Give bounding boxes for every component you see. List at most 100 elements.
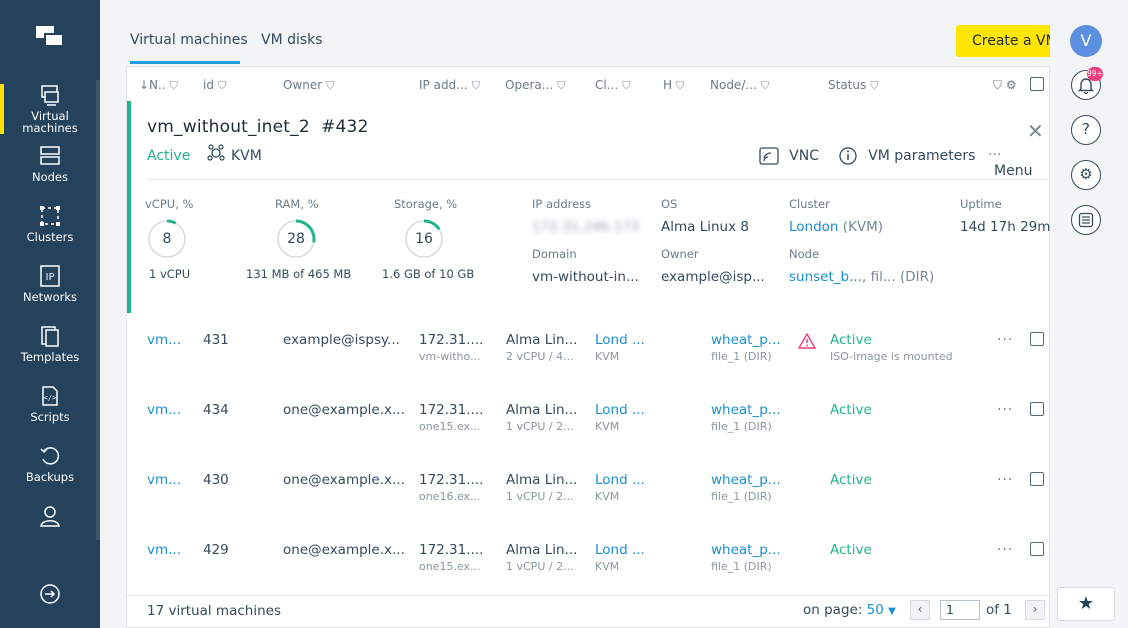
vm-id: 430 <box>203 472 229 488</box>
per-page-value[interactable]: 50 <box>867 602 884 618</box>
row-checkbox[interactable] <box>1030 542 1044 556</box>
vm-cluster-link[interactable]: Lond ... <box>595 472 645 488</box>
row-menu-icon[interactable]: ··· <box>997 472 1013 488</box>
vm-node-link[interactable]: wheat_p... <box>711 332 781 348</box>
menu-button[interactable]: ··· Menu <box>988 147 1049 179</box>
vm-table-panel: ↓N.. ⛉ id ⛉ Owner ⛉ IP add... ⛉ Opera... ⛉ Cl… <box>126 66 1050 628</box>
vm-name-link[interactable]: vm... <box>147 542 181 558</box>
filter-icon[interactable]: ⛉ <box>326 79 334 93</box>
filter-icon[interactable]: ⛉ <box>472 79 480 93</box>
row-menu-icon[interactable]: ··· <box>997 542 1013 558</box>
gear-icon[interactable]: ⚙ <box>1006 78 1017 92</box>
node-link[interactable]: sunset_b... <box>789 269 862 285</box>
help-button[interactable]: ? <box>1071 115 1101 145</box>
chevron-down-icon[interactable]: ▼ <box>888 606 896 617</box>
sidebar-item-backups[interactable]: Backups <box>0 445 100 483</box>
table-row[interactable]: vm... 434 one@example.x... 172.31.... on… <box>127 383 1049 453</box>
sidebar-item-nodes[interactable]: Nodes <box>0 145 100 183</box>
column-header-os[interactable]: Opera... ⛉ <box>505 78 565 93</box>
vm-status: Active <box>830 472 872 488</box>
gauge-label-ram: RAM, % <box>275 197 319 211</box>
next-page-button[interactable]: › <box>1025 600 1045 620</box>
row-menu-icon[interactable]: ··· <box>997 332 1013 348</box>
sidebar-item-user[interactable] <box>0 505 100 531</box>
table-row[interactable]: vm... 430 one@example.x... 172.31.... on… <box>127 453 1049 523</box>
uptime-value: 14d 17h 29m <box>960 219 1051 235</box>
sidebar-item-label: Backups <box>25 470 75 484</box>
prev-page-button[interactable]: ‹ <box>910 600 930 620</box>
filter-icon[interactable]: ⛉ <box>218 79 226 93</box>
vnc-button[interactable]: VNC <box>759 146 819 166</box>
create-vm-button[interactable]: Create a VM <box>956 25 1050 57</box>
avatar[interactable]: V <box>1070 25 1102 57</box>
vm-node-link[interactable]: wheat_p... <box>711 402 781 418</box>
filter-icon[interactable]: ⛉ <box>557 79 565 93</box>
filter-icon[interactable]: ⛉ <box>170 79 178 93</box>
sidebar-item-templates[interactable]: Templates <box>0 325 100 363</box>
sidebar-item-virtual-machines[interactable]: Virtual machines <box>0 84 100 134</box>
vm-status: Active <box>830 332 872 348</box>
vm-domain: one16.ex... <box>419 490 481 503</box>
page-input[interactable]: 1 <box>940 600 980 620</box>
vm-node-link[interactable]: wheat_p... <box>711 472 781 488</box>
vm-parameters-button[interactable]: VM parameters <box>838 146 975 166</box>
column-header-h[interactable]: H ⛉ <box>663 78 684 93</box>
list-button[interactable] <box>1071 205 1101 235</box>
column-header-owner[interactable]: Owner ⛉ <box>283 78 334 93</box>
vm-name-link[interactable]: vm... <box>147 402 181 418</box>
logo-icon[interactable] <box>36 26 66 50</box>
filter-icon[interactable]: ⛉ <box>761 79 769 93</box>
networks-icon-glyph: IP <box>46 272 55 283</box>
vm-name-link[interactable]: vm... <box>147 472 181 488</box>
settings-button[interactable]: ⚙ <box>1071 160 1101 190</box>
gauge-label-storage: Storage, % <box>394 197 458 211</box>
backups-icon <box>40 447 60 465</box>
table-row[interactable]: vm... 429 one@example.x... 172.31.... on… <box>127 523 1049 593</box>
vm-domain: one15.ex... <box>419 560 481 573</box>
column-header-name[interactable]: ↓N.. ⛉ <box>139 78 178 93</box>
cluster-link[interactable]: London <box>789 219 839 235</box>
filter-icon[interactable]: ⛉ <box>870 79 878 93</box>
sidebar-item-label: Nodes <box>31 170 68 184</box>
columns-filter-icon[interactable]: ⛉ <box>993 78 1002 92</box>
vm-cluster-link[interactable]: Lond ... <box>595 402 645 418</box>
tab-vm-disks[interactable]: VM disks <box>261 32 323 48</box>
filter-icon[interactable]: ⛉ <box>622 79 630 93</box>
vm-cluster-link[interactable]: Lond ... <box>595 542 645 558</box>
column-settings[interactable]: ⛉ ⚙ <box>993 78 1017 93</box>
sidebar-item-networks[interactable]: IP Networks <box>0 265 100 303</box>
column-header-id[interactable]: id ⛉ <box>203 78 226 93</box>
sidebar-logout[interactable] <box>0 583 100 609</box>
vm-name-link[interactable]: vm... <box>147 332 181 348</box>
gauge-label-vcpu: vCPU, % <box>145 197 194 211</box>
gauge-ram: 28 <box>276 219 316 259</box>
close-icon[interactable]: ✕ <box>1027 119 1044 143</box>
column-header-node[interactable]: Node/... ⛉ <box>710 78 769 93</box>
row-checkbox[interactable] <box>1030 402 1044 416</box>
row-checkbox[interactable] <box>1030 472 1044 486</box>
vm-status: Active <box>830 402 872 418</box>
owner-label: Owner <box>661 247 699 261</box>
domain-value: vm-without-in... <box>532 269 639 285</box>
user-icon <box>40 506 60 527</box>
column-header-cluster[interactable]: Cl... ⛉ <box>595 78 630 93</box>
filter-icon[interactable]: ⛉ <box>676 79 684 93</box>
table-row[interactable]: vm... 431 example@ispsy... 172.31.... vm… <box>127 313 1049 383</box>
vm-resources: 1 vCPU / 2... <box>506 490 574 503</box>
gauge-storage: 16 <box>404 219 444 259</box>
gauge-value: 16 <box>415 231 433 247</box>
column-header-status[interactable]: Status ⛉ <box>828 78 879 93</box>
vm-cluster-link[interactable]: Lond ... <box>595 332 645 348</box>
vm-node-link[interactable]: wheat_p... <box>711 542 781 558</box>
tab-virtual-machines[interactable]: Virtual machines <box>130 32 248 48</box>
column-header-ip[interactable]: IP add... ⛉ <box>419 78 480 93</box>
sidebar-item-scripts[interactable]: </> Scripts <box>0 385 100 423</box>
ip-value: 172.31.246.173 <box>532 219 640 235</box>
sidebar-item-clusters[interactable]: Clusters <box>0 205 100 243</box>
vm-ip: 172.31.... <box>419 542 484 558</box>
favorites-button[interactable]: ★ <box>1057 587 1115 621</box>
per-page-selector[interactable]: on page: 50 ▼ <box>803 602 896 618</box>
row-checkbox[interactable] <box>1030 332 1044 346</box>
select-all-checkbox[interactable] <box>1030 77 1044 91</box>
row-menu-icon[interactable]: ··· <box>997 402 1013 418</box>
